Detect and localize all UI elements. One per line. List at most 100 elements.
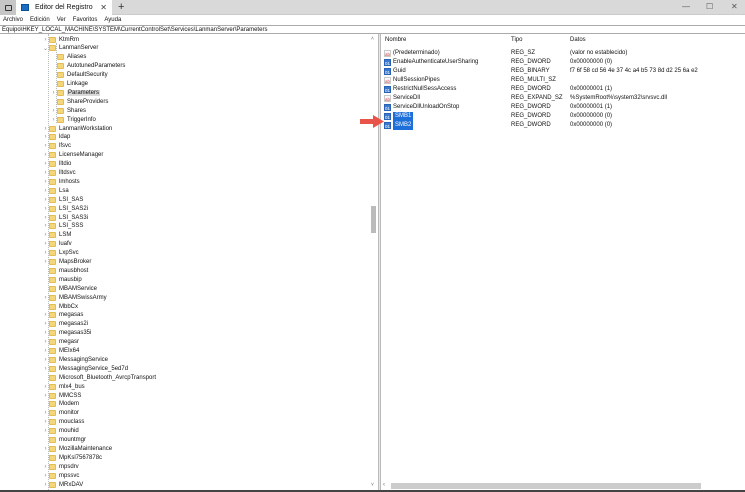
tree-item[interactable]: MbbCx (42, 302, 78, 311)
tree-item[interactable]: MBAMService (42, 284, 97, 293)
expand-chevron-icon[interactable]: › (42, 357, 49, 363)
expand-chevron-icon[interactable]: › (42, 330, 49, 336)
tree-item[interactable]: mausbip (42, 275, 82, 284)
expand-chevron-icon[interactable]: › (42, 259, 49, 265)
scroll-up-icon[interactable]: ˄ (371, 36, 374, 42)
tree-item[interactable]: DefaultSecurity (50, 71, 108, 80)
tree-item[interactable]: › KtmRm (42, 35, 79, 44)
menu-ver[interactable]: Ver (57, 17, 66, 23)
value-row[interactable]: 01 ServiceDllUnloadOnStop REG_DWORD 0x00… (381, 103, 745, 112)
expand-chevron-icon[interactable]: › (42, 339, 49, 345)
expand-chevron-icon[interactable]: › (42, 482, 49, 488)
scroll-down-icon[interactable]: ˅ (371, 482, 374, 488)
tree-item[interactable]: › MessagingService (42, 355, 108, 364)
expand-chevron-icon[interactable]: › (42, 366, 49, 372)
tree-item[interactable]: › megasas35i (42, 329, 91, 338)
collapse-chevron-icon[interactable]: ⌄ (42, 45, 49, 52)
tree-item[interactable]: › lltdio (42, 160, 71, 169)
expand-chevron-icon[interactable]: › (42, 143, 49, 149)
tree-item[interactable]: › megasas2i (42, 320, 88, 329)
address-bar[interactable]: Equipo\HKEY_LOCAL_MACHINE\SYSTEM\Current… (0, 25, 745, 34)
tree-item[interactable]: ⌄ LanmanServer (42, 44, 98, 53)
expand-chevron-icon[interactable]: › (42, 295, 49, 301)
tree-item[interactable]: Modem (42, 400, 79, 409)
menu-favoritos[interactable]: Favoritos (73, 17, 98, 23)
tree-item[interactable]: › Parameters (50, 88, 101, 97)
tab-registry-editor[interactable]: Editor del Registro ✕ (16, 0, 112, 15)
scroll-thumb[interactable] (371, 206, 376, 233)
expand-chevron-icon[interactable]: › (42, 473, 49, 479)
column-header-type[interactable]: Tipo (511, 36, 522, 45)
tree-item[interactable]: › LicenseManager (42, 151, 103, 160)
tab-close-icon[interactable]: ✕ (100, 3, 107, 12)
minimize-button[interactable]: — (682, 2, 690, 11)
task-view-button[interactable] (0, 0, 16, 15)
tree-item[interactable]: › MEIx64 (42, 347, 79, 356)
tree-item[interactable]: › megasas (42, 311, 83, 320)
expand-chevron-icon[interactable]: › (42, 446, 49, 452)
tree-item[interactable]: Linkage (50, 80, 88, 89)
tree-item[interactable]: › mpsdrv (42, 462, 79, 471)
tree-item[interactable]: › monitor (42, 409, 79, 418)
value-row[interactable]: 01 Guid REG_BINARY f7 6f 58 cd 56 4e 37 … (381, 67, 745, 76)
menu-edicion[interactable]: Edición (30, 17, 50, 23)
expand-chevron-icon[interactable]: › (42, 428, 49, 434)
tree-item[interactable]: › mpssvc (42, 471, 79, 480)
expand-chevron-icon[interactable]: › (42, 410, 49, 416)
tree-item[interactable]: › LSI_SAS (42, 195, 83, 204)
tree-item[interactable]: › mouclass (42, 418, 84, 427)
close-button[interactable]: ✕ (731, 2, 738, 11)
menu-archivo[interactable]: Archivo (3, 17, 23, 23)
value-row[interactable]: 01 SMB2 REG_DWORD 0x00000000 (0) (381, 121, 745, 130)
expand-chevron-icon[interactable]: › (42, 197, 49, 203)
expand-chevron-icon[interactable]: › (50, 90, 57, 96)
expand-chevron-icon[interactable]: › (42, 250, 49, 256)
menu-ayuda[interactable]: Ayuda (104, 17, 121, 23)
tree-item[interactable]: mountmgr (42, 436, 86, 445)
tree-item[interactable]: MpKsl7567878c (42, 453, 102, 462)
expand-chevron-icon[interactable]: › (42, 348, 49, 354)
expand-chevron-icon[interactable]: › (42, 312, 49, 318)
expand-chevron-icon[interactable]: › (42, 215, 49, 221)
tree-item[interactable]: ShareProviders (50, 97, 108, 106)
tree-item[interactable]: › LSM (42, 231, 71, 240)
expand-chevron-icon[interactable]: › (42, 206, 49, 212)
tree-item[interactable]: › LxpSvc (42, 249, 79, 258)
expand-chevron-icon[interactable]: › (42, 321, 49, 327)
tree-item[interactable]: Microsoft_Bluetooth_AvrcpTransport (42, 373, 156, 382)
tree-item[interactable]: mausbhost (42, 266, 88, 275)
tree-item[interactable]: › LSI_SAS2i (42, 204, 88, 213)
tree-item[interactable]: › MBAMSwissArmy (42, 293, 107, 302)
tree-item[interactable]: › LSI_SAS3i (42, 213, 88, 222)
expand-chevron-icon[interactable]: › (42, 241, 49, 247)
tree-item[interactable]: › LSI_SSS (42, 222, 83, 231)
tree-item[interactable]: AutotunedParameters (50, 62, 125, 71)
expand-chevron-icon[interactable]: › (42, 170, 49, 176)
value-row[interactable]: ab ServiceDll REG_EXPAND_SZ %SystemRoot%… (381, 94, 745, 103)
value-row[interactable]: ab NullSessionPipes REG_MULTI_SZ (381, 76, 745, 85)
tree-vertical-scrollbar[interactable]: ˄ ˅ (369, 34, 378, 490)
tree-item[interactable]: › mlx4_bus (42, 382, 85, 391)
expand-chevron-icon[interactable]: › (42, 134, 49, 140)
tree-item[interactable]: › MapsBroker (42, 258, 91, 267)
tree-item[interactable]: › lltdsvc (42, 169, 76, 178)
expand-chevron-icon[interactable]: › (42, 393, 49, 399)
column-header-name[interactable]: Nombre (385, 36, 406, 45)
new-tab-button[interactable]: + (118, 1, 124, 13)
expand-chevron-icon[interactable]: › (42, 464, 49, 470)
tree-item[interactable]: › MozillaMaintenance (42, 444, 112, 453)
expand-chevron-icon[interactable]: › (42, 384, 49, 390)
expand-chevron-icon[interactable]: › (42, 161, 49, 167)
expand-chevron-icon[interactable]: › (50, 117, 57, 123)
value-row[interactable]: 01 EnableAuthenticateUserSharing REG_DWO… (381, 58, 745, 67)
maximize-button[interactable]: ☐ (706, 2, 713, 11)
expand-chevron-icon[interactable]: › (42, 232, 49, 238)
tree-item[interactable]: › lfsvc (42, 142, 71, 151)
expand-chevron-icon[interactable]: › (42, 419, 49, 425)
expand-chevron-icon[interactable]: › (42, 188, 49, 194)
tree-item[interactable]: › Lsa (42, 186, 69, 195)
scroll-left-icon[interactable]: ‹ (383, 482, 385, 488)
expand-chevron-icon[interactable]: › (50, 108, 57, 114)
tree-item[interactable]: › TriggerInfo (50, 115, 96, 124)
tree-item[interactable]: Aliases (50, 53, 86, 62)
